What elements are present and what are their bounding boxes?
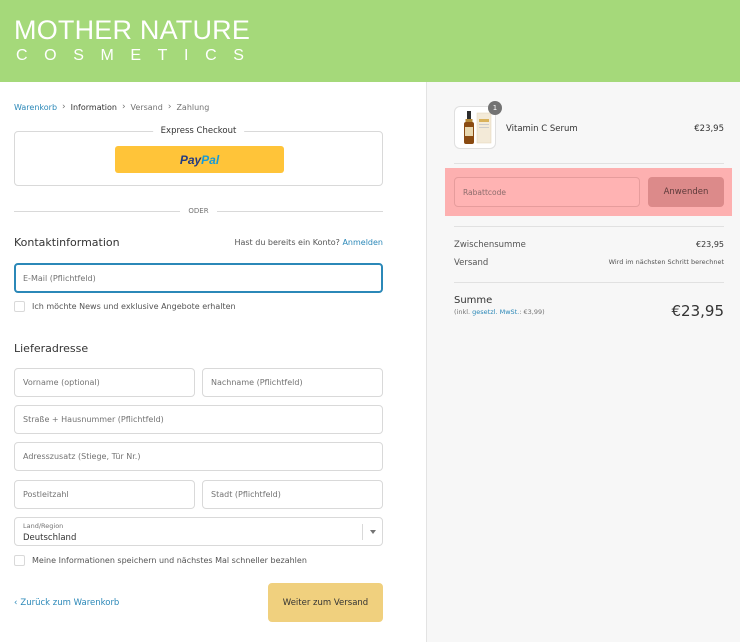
- quantity-badge: 1: [488, 101, 502, 115]
- paypal-logo-part1: Pay: [179, 152, 202, 167]
- paypal-button[interactable]: Pay Pal: [115, 146, 284, 173]
- chevron-right-icon: ›: [121, 102, 126, 112]
- country-select[interactable]: Land/Region Deutschland: [14, 517, 383, 546]
- order-summary-panel: [426, 82, 740, 642]
- first-name-field[interactable]: Vorname (optional): [14, 368, 195, 397]
- breadcrumb-cart[interactable]: Warenkorb: [14, 103, 57, 112]
- breadcrumb: Warenkorb › Information › Versand › Zahl…: [14, 101, 209, 113]
- back-to-cart-label: Zurück zum Warenkorb: [20, 598, 120, 608]
- address2-field[interactable]: Adresszusatz (Stiege, Tür Nr.): [14, 442, 383, 471]
- zip-field[interactable]: Postleitzahl: [14, 480, 195, 509]
- contact-section-title: Kontaktinformation: [14, 236, 120, 249]
- login-prompt: Hast du bereits ein Konto?: [234, 238, 340, 247]
- express-checkout-title: Express Checkout: [152, 126, 245, 136]
- shipping-value: Wird im nächsten Schritt berechnet: [608, 258, 724, 266]
- city-field[interactable]: Stadt (Pflichtfeld): [202, 480, 383, 509]
- newsletter-checkbox[interactable]: [14, 301, 25, 312]
- store-header: MOTHER NATURE COSMETICS: [0, 0, 740, 82]
- save-info-label: Meine Informationen speichern und nächst…: [32, 556, 307, 565]
- email-field[interactable]: E-Mail (Pflichtfeld): [14, 263, 383, 293]
- breadcrumb-shipping: Versand: [130, 102, 163, 112]
- product-price: €23,95: [694, 124, 724, 134]
- chevron-right-icon: ›: [62, 102, 66, 112]
- newsletter-label: Ich möchte News und exklusive Angebote e…: [32, 302, 236, 311]
- save-info-row: Meine Informationen speichern und nächst…: [14, 555, 307, 566]
- save-info-checkbox[interactable]: [14, 555, 25, 566]
- divider-line: [216, 210, 383, 212]
- last-name-field[interactable]: Nachname (Pflichtfeld): [202, 368, 383, 397]
- subtotal-value: €23,95: [696, 240, 724, 249]
- serum-bottle-icon: [464, 111, 492, 144]
- back-to-cart-link[interactable]: ‹ Zurück zum Warenkorb: [14, 598, 119, 608]
- or-divider: ODER: [14, 205, 383, 217]
- express-checkout-box: Express Checkout Pay Pal: [14, 126, 383, 186]
- chevron-down-icon: [370, 530, 376, 534]
- select-divider: [362, 524, 363, 540]
- discount-code-input[interactable]: Rabattcode: [454, 177, 640, 207]
- apply-discount-button[interactable]: Anwenden: [648, 177, 724, 207]
- login-hint: Hast du bereits ein Konto? Anmelden: [234, 238, 383, 247]
- summary-divider: [454, 163, 724, 164]
- divider-line: [14, 210, 181, 212]
- chevron-right-icon: ›: [167, 102, 172, 112]
- subtotal-label: Zwischensumme: [454, 240, 526, 250]
- tax-suffix: : €3,99): [519, 308, 545, 316]
- shipping-address-title: Lieferadresse: [14, 342, 89, 355]
- total-value: €23,95: [671, 302, 725, 320]
- breadcrumb-payment: Zahlung: [176, 102, 210, 112]
- login-link[interactable]: Anmelden: [342, 238, 383, 247]
- tax-prefix: (inkl.: [454, 308, 473, 316]
- tax-link[interactable]: gesetzl. MwSt.: [472, 308, 519, 316]
- country-label: Land/Region: [23, 522, 64, 530]
- summary-divider: [454, 282, 724, 283]
- summary-divider: [454, 226, 724, 227]
- store-logo-line2[interactable]: COSMETICS: [16, 46, 261, 66]
- product-name: Vitamin C Serum: [506, 124, 578, 134]
- shipping-label: Versand: [454, 258, 489, 268]
- or-divider-label: ODER: [188, 207, 209, 215]
- product-thumbnail: 1: [454, 101, 502, 149]
- chevron-left-icon: ‹: [14, 598, 18, 608]
- newsletter-row: Ich möchte News und exklusive Angebote e…: [14, 301, 236, 312]
- store-logo-line1[interactable]: MOTHER NATURE: [14, 15, 250, 45]
- continue-to-shipping-button[interactable]: Weiter zum Versand: [268, 583, 383, 622]
- street-field[interactable]: Straße + Hausnummer (Pflichtfeld): [14, 405, 383, 434]
- paypal-logo-part2: Pal: [201, 152, 220, 167]
- country-value: Deutschland: [23, 533, 77, 543]
- tax-info: (inkl. gesetzl. MwSt.: €3,99): [454, 308, 545, 316]
- breadcrumb-information: Information: [70, 102, 117, 112]
- total-label: Summe: [454, 295, 493, 306]
